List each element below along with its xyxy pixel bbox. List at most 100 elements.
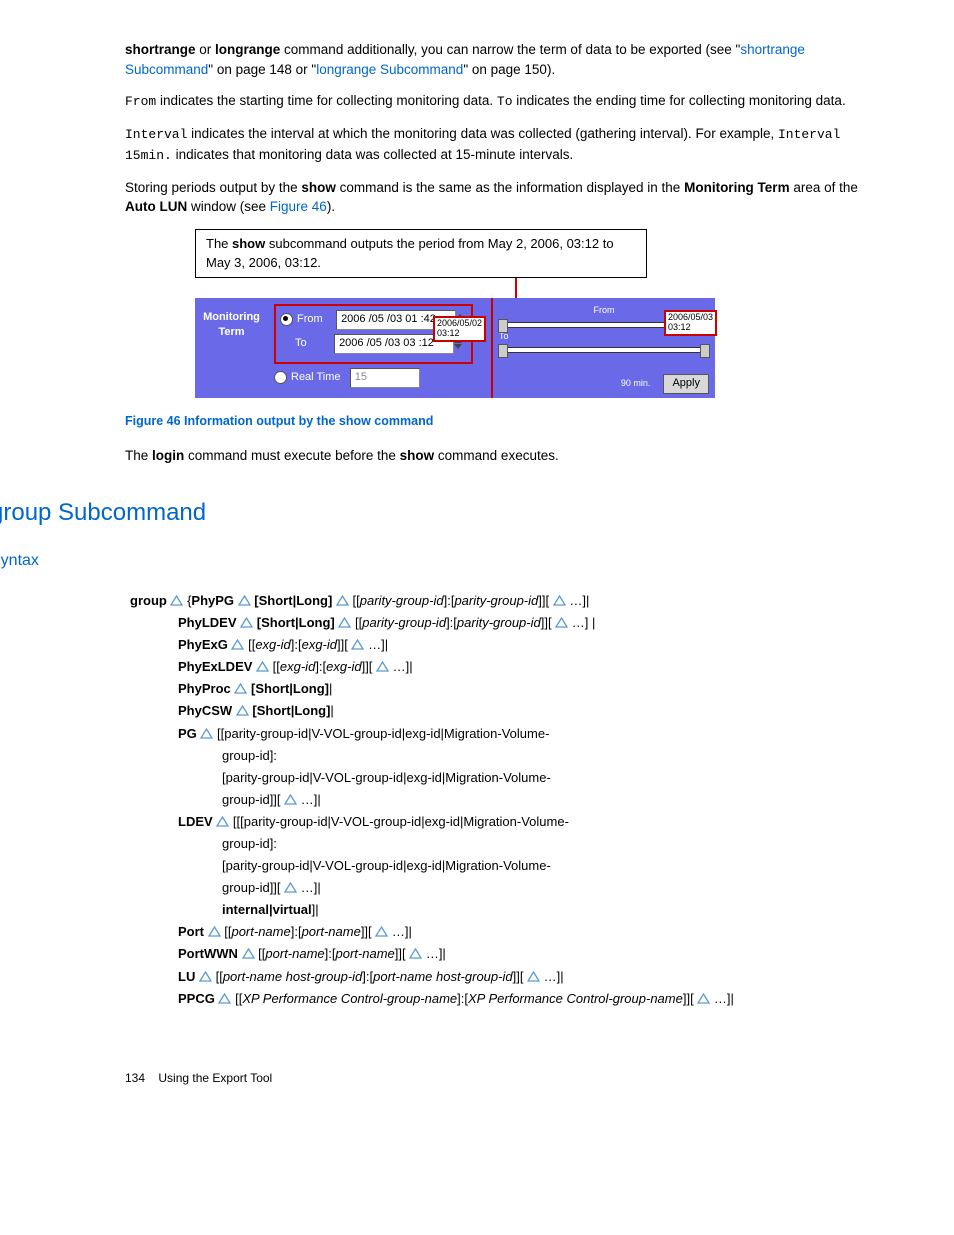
kw: PortWWN	[178, 946, 238, 961]
text: …]|	[388, 924, 412, 939]
text: …]|	[297, 880, 321, 895]
param: port-name host-group-id	[223, 969, 362, 984]
kw: PhyExG	[178, 637, 228, 652]
param: exg-id	[280, 659, 315, 674]
text: show	[232, 236, 265, 251]
param: XP Performance Control-group-name	[468, 991, 683, 1006]
text: The	[206, 236, 232, 251]
param: parity-group-id	[454, 593, 538, 608]
triangle-icon	[170, 595, 183, 606]
param: exg-id	[326, 659, 361, 674]
param: port-name	[302, 924, 361, 939]
from-radio[interactable]	[280, 313, 293, 326]
text: subcommand outputs the period from May 2…	[206, 236, 614, 270]
code-text: Interval	[125, 127, 187, 142]
triangle-icon	[351, 639, 364, 650]
triangle-icon	[208, 926, 221, 937]
text: [[parity-group-id|V-VOL-group-id|exg-id|…	[213, 726, 549, 741]
text: indicates the ending time for collecting…	[513, 93, 846, 108]
triangle-icon	[697, 993, 710, 1004]
text: indicates the starting time for collecti…	[156, 93, 497, 108]
triangle-icon	[553, 595, 566, 606]
triangle-icon	[256, 661, 269, 672]
link-longrange-subcommand[interactable]: longrange Subcommand	[316, 62, 463, 77]
text: window (see	[187, 199, 270, 214]
kw: LU	[178, 969, 195, 984]
triangle-icon	[555, 617, 568, 628]
param: port-name	[336, 946, 395, 961]
triangle-icon	[238, 595, 251, 606]
text: …]|	[297, 792, 321, 807]
text: …]|	[389, 659, 413, 674]
footer-title: Using the Export Tool	[158, 1071, 272, 1085]
to-slider[interactable]	[499, 347, 709, 353]
paragraph: shortrange or longrange command addition…	[125, 40, 874, 79]
paragraph: From indicates the starting time for col…	[125, 91, 874, 112]
param: parity-group-id	[457, 615, 541, 630]
realtime-value-field[interactable]: 15	[350, 368, 420, 388]
syntax-definition: group {PhyPG [Short|Long] [[parity-group…	[130, 590, 894, 1010]
apply-button[interactable]: Apply	[663, 374, 709, 394]
link-figure-46[interactable]: Figure 46	[270, 199, 327, 214]
param: exg-id	[302, 637, 337, 652]
figure-caption: Figure 46 Information output by the show…	[125, 412, 874, 430]
kw: group	[130, 593, 167, 608]
text: Monitoring Term	[684, 180, 790, 195]
kw: LDEV	[178, 814, 213, 829]
figure-caption-box: The show subcommand outputs the period f…	[195, 229, 647, 279]
text: …]|	[422, 946, 446, 961]
text: indicates that monitoring data was colle…	[172, 147, 573, 162]
triangle-icon	[242, 948, 255, 959]
triangle-icon	[240, 617, 253, 628]
text: indicates the interval at which the moni…	[187, 126, 778, 141]
kw: [Short|Long]	[252, 703, 330, 718]
kw: internal|virtual	[222, 902, 312, 917]
triangle-icon	[527, 971, 540, 982]
text: login	[152, 448, 184, 463]
text: shortrange	[125, 42, 196, 57]
code-text: From	[125, 94, 156, 109]
triangle-icon	[200, 728, 213, 739]
triangle-icon	[336, 595, 349, 606]
text: " on page 148 or "	[208, 62, 316, 77]
kw: Port	[178, 924, 204, 939]
text: [parity-group-id|V-VOL-group-id|exg-id|M…	[222, 858, 551, 873]
kw: PhyLDEV	[178, 615, 237, 630]
text: area of the	[790, 180, 858, 195]
text: …]|	[566, 593, 590, 608]
text: or	[196, 42, 216, 57]
text: " on page 150).	[463, 62, 555, 77]
heading-syntax: Syntax	[0, 549, 894, 572]
triangle-icon	[218, 993, 231, 1004]
triangle-icon	[375, 926, 388, 937]
kw: PhyProc	[178, 681, 231, 696]
text: ).	[327, 199, 335, 214]
triangle-icon	[199, 971, 212, 982]
from-tooltip: 2006/05/0203:12	[433, 316, 486, 342]
panel-label: Monitoring Term	[195, 298, 268, 398]
from-label: From	[297, 312, 333, 328]
kw: PG	[178, 726, 197, 741]
heading-group-subcommand: group Subcommand	[0, 496, 894, 531]
param: XP Performance Control-group-name	[242, 991, 457, 1006]
text: command must execute before the	[184, 448, 399, 463]
param: parity-group-id	[360, 593, 444, 608]
kw: [Short|Long]	[251, 681, 329, 696]
text: …] |	[568, 615, 595, 630]
text: longrange	[215, 42, 280, 57]
kw: PhyPG	[191, 593, 234, 608]
kw: PhyCSW	[178, 703, 232, 718]
to-tooltip: 2006/05/0303:12	[664, 310, 717, 336]
triangle-icon	[376, 661, 389, 672]
code-text: To	[497, 94, 513, 109]
param: port-name	[231, 924, 290, 939]
triangle-icon	[338, 617, 351, 628]
triangle-icon	[234, 683, 247, 694]
param: exg-id	[255, 637, 290, 652]
realtime-label: Real Time	[291, 371, 341, 383]
param: parity-group-id	[362, 615, 446, 630]
param: port-name	[265, 946, 324, 961]
to-label: To	[295, 336, 331, 352]
realtime-radio[interactable]	[274, 371, 287, 384]
duration-label: 90 min.	[621, 378, 651, 388]
